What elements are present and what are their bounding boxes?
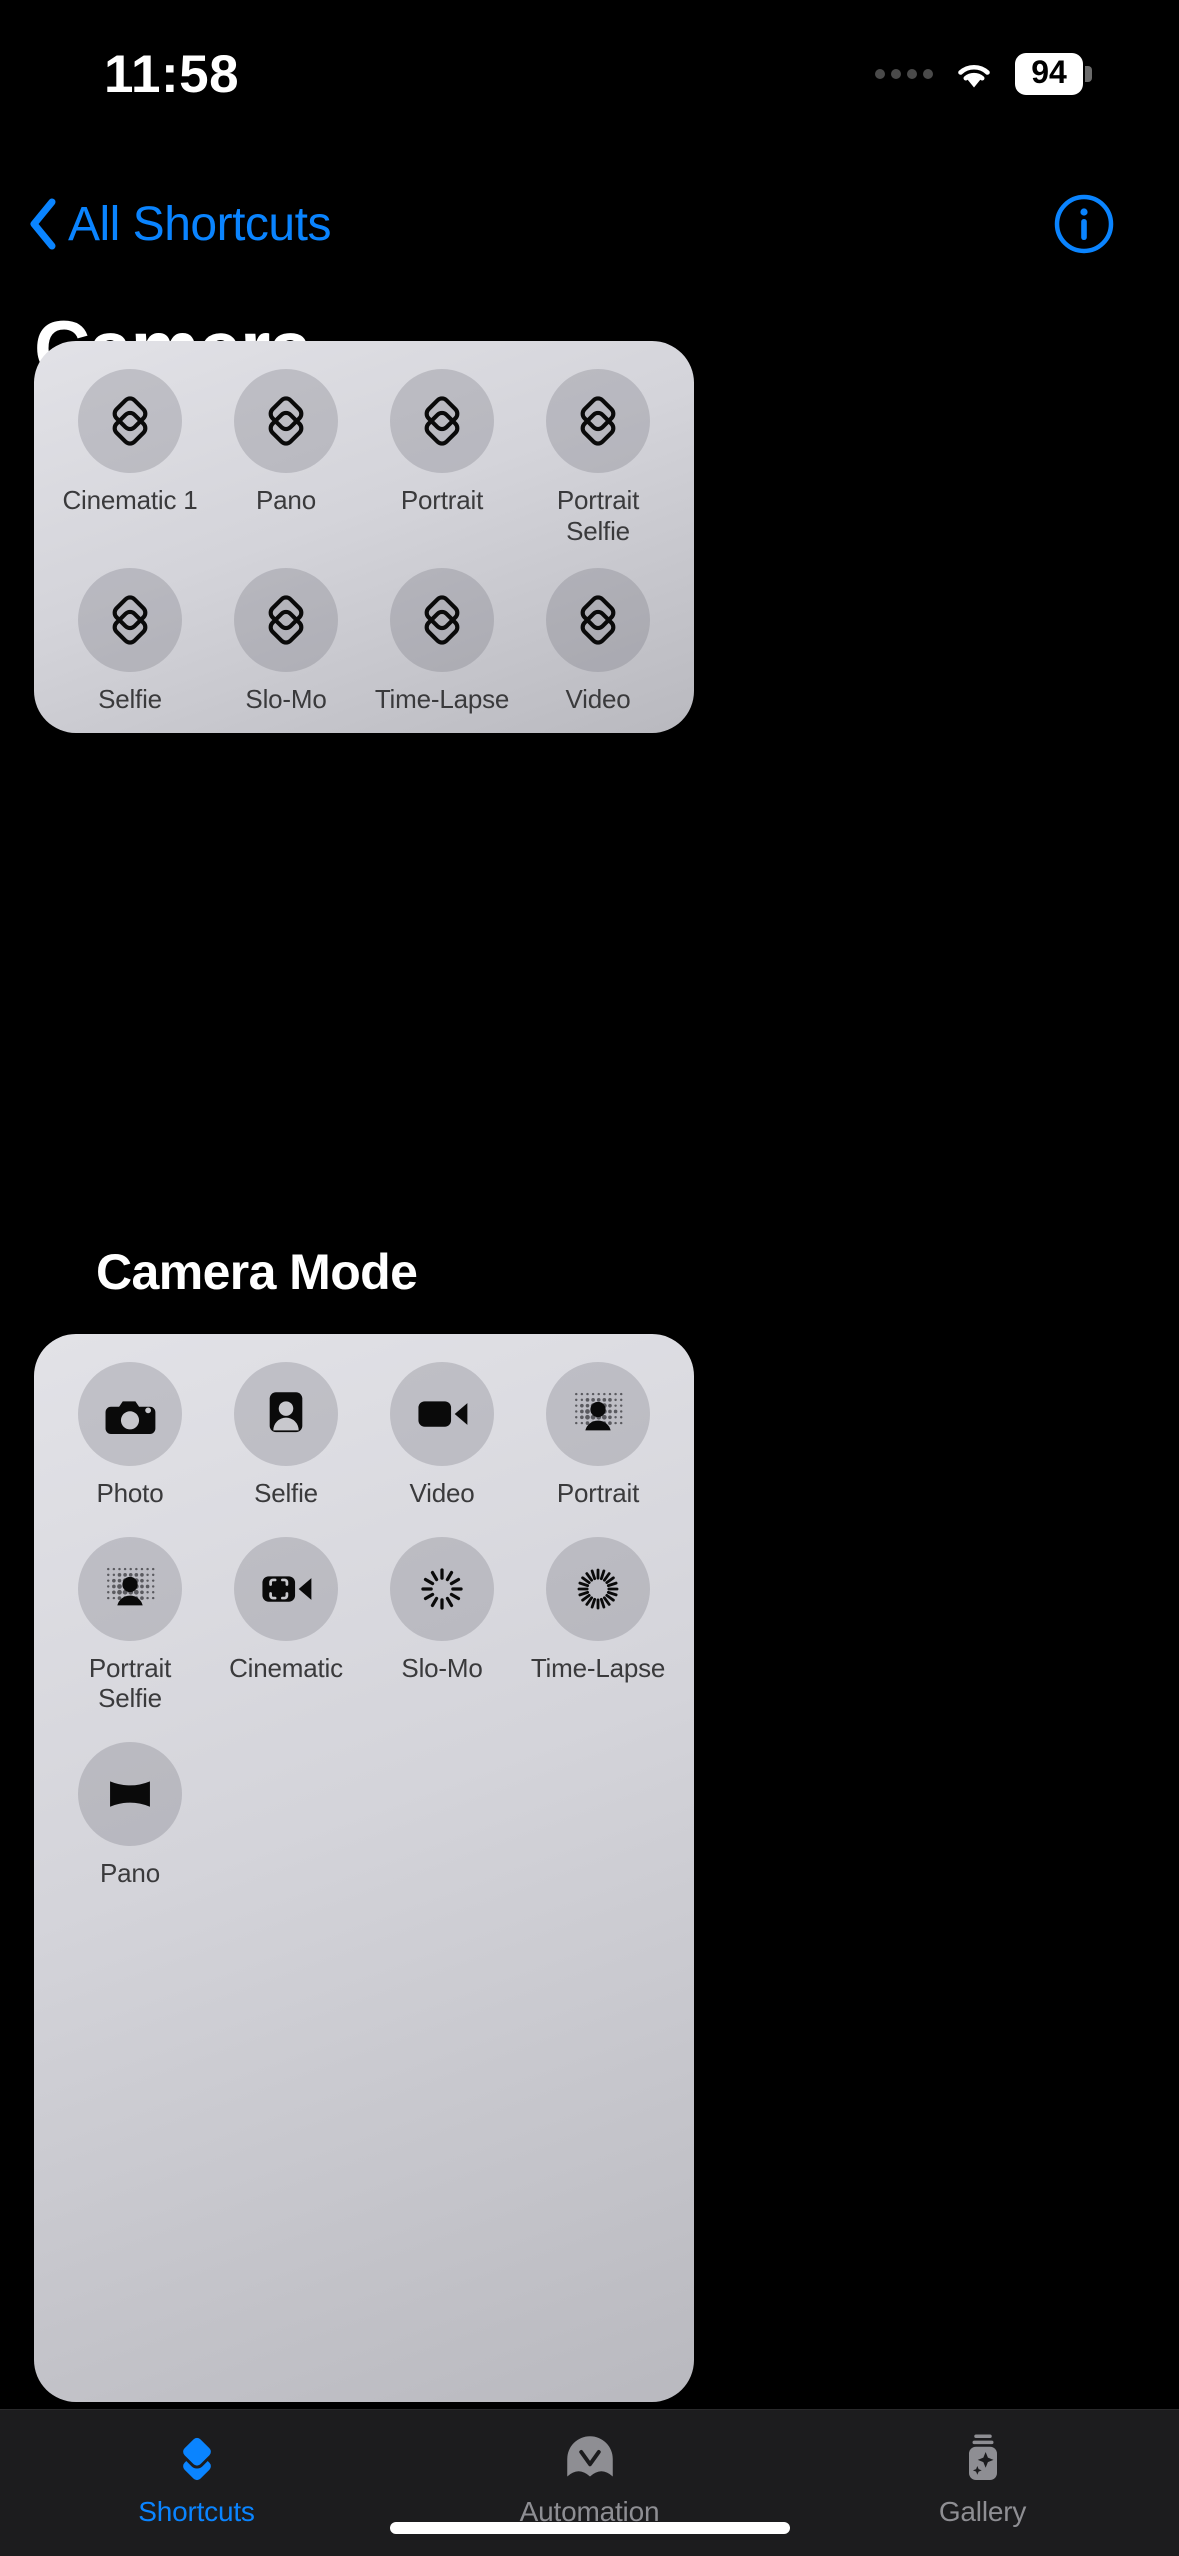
- shortcuts-layers-icon: [546, 568, 650, 672]
- shortcuts-layers-icon: [234, 568, 338, 672]
- home-indicator: [390, 2522, 790, 2534]
- shortcut-tile-label: Pano: [100, 1858, 160, 1889]
- tab-automation[interactable]: Automation: [393, 2428, 786, 2528]
- info-circle-icon: [1053, 193, 1115, 255]
- slomo-burst-icon: [390, 1537, 494, 1641]
- shortcuts-layers-icon: [390, 568, 494, 672]
- shortcut-tile[interactable]: Portrait Selfie: [520, 369, 676, 546]
- timelapse-burst-icon: [546, 1537, 650, 1641]
- shortcut-tile[interactable]: Cinematic: [208, 1537, 364, 1714]
- shortcut-tile[interactable]: Photo: [52, 1362, 208, 1509]
- shortcut-tile[interactable]: Slo-Mo: [364, 1537, 520, 1714]
- shortcut-tile-label: Portrait Selfie: [523, 485, 673, 546]
- camera-mode-grid: Photo Selfie Video Portrait Portrait Sel…: [34, 1334, 694, 1889]
- shortcut-tile-label: Selfie: [98, 684, 162, 715]
- shortcut-tile-label: Slo-Mo: [245, 684, 326, 715]
- tab-gallery[interactable]: Gallery: [786, 2428, 1179, 2528]
- shortcut-tile-label: Photo: [97, 1478, 164, 1509]
- wifi-icon: [951, 57, 997, 91]
- shortcut-tile-label: Portrait: [401, 485, 483, 516]
- shortcut-tile-label: Cinematic 1: [62, 485, 197, 516]
- shortcuts-layers-icon: [234, 369, 338, 473]
- section-header-camera-mode: Camera Mode: [96, 1243, 417, 1301]
- shortcut-tile[interactable]: Portrait Selfie: [52, 1537, 208, 1714]
- shortcut-tile-label: Selfie: [254, 1478, 318, 1509]
- shortcut-tile[interactable]: Time-Lapse: [520, 1537, 676, 1714]
- back-button[interactable]: All Shortcuts: [26, 197, 331, 252]
- cinematic-video-icon: [234, 1537, 338, 1641]
- shortcut-tile[interactable]: Time-Lapse: [364, 568, 520, 715]
- shortcut-tile-label: Portrait Selfie: [55, 1653, 205, 1714]
- shortcut-tile[interactable]: Portrait: [364, 369, 520, 546]
- shortcuts-layers-icon: [390, 369, 494, 473]
- back-button-label: All Shortcuts: [68, 197, 331, 252]
- cellular-dots-icon: [875, 69, 933, 79]
- battery-badge: 94: [1015, 53, 1083, 94]
- shortcut-tile[interactable]: Pano: [208, 369, 364, 546]
- shortcut-tile[interactable]: Pano: [52, 1742, 208, 1889]
- shortcut-tile-label: Video: [565, 684, 630, 715]
- person-square-icon: [234, 1362, 338, 1466]
- camera-mode-card: Photo Selfie Video Portrait Portrait Sel…: [34, 1334, 694, 2402]
- shortcut-tile-label: Slo-Mo: [401, 1653, 482, 1684]
- my-camera-shortcuts-grid: Cinematic 1 Pano Portrait Portrait Selfi…: [34, 341, 694, 715]
- camera-icon: [78, 1362, 182, 1466]
- shortcut-tile-label: Video: [409, 1478, 474, 1509]
- portrait-bokeh-icon: [546, 1362, 650, 1466]
- shortcut-tile-label: Cinematic: [229, 1653, 343, 1684]
- chevron-left-icon: [26, 197, 60, 251]
- shortcuts-layers-icon: [78, 568, 182, 672]
- shortcut-tile[interactable]: Portrait: [520, 1362, 676, 1509]
- shortcut-tile[interactable]: Cinematic 1: [52, 369, 208, 546]
- shortcuts-layers-icon: [546, 369, 650, 473]
- status-bar-time: 11:58: [104, 44, 239, 105]
- navigation-bar: All Shortcuts: [0, 176, 1179, 272]
- shortcuts-layers-icon: [168, 2428, 226, 2490]
- tab-shortcuts[interactable]: Shortcuts: [0, 2428, 393, 2528]
- automation-clock-icon: [562, 2428, 618, 2490]
- portrait-bokeh-icon: [78, 1537, 182, 1641]
- shortcut-tile-label: Time-Lapse: [375, 684, 509, 715]
- status-bar-indicators: 94: [875, 53, 1083, 94]
- shortcut-tile[interactable]: Slo-Mo: [208, 568, 364, 715]
- tab-label: Shortcuts: [138, 2496, 254, 2528]
- my-camera-shortcuts-card: Cinematic 1 Pano Portrait Portrait Selfi…: [34, 341, 694, 733]
- shortcuts-layers-icon: [78, 369, 182, 473]
- shortcut-tile[interactable]: Video: [364, 1362, 520, 1509]
- info-button[interactable]: [1053, 193, 1115, 255]
- tab-label: Gallery: [939, 2496, 1026, 2528]
- status-bar: 11:58 94: [0, 0, 1179, 130]
- shortcut-tile-label: Portrait: [557, 1478, 639, 1509]
- shortcut-tile[interactable]: Selfie: [208, 1362, 364, 1509]
- pano-icon: [78, 1742, 182, 1846]
- shortcut-tile-label: Pano: [256, 485, 316, 516]
- shortcut-tile[interactable]: Selfie: [52, 568, 208, 715]
- shortcut-tile[interactable]: Video: [520, 568, 676, 715]
- video-camera-icon: [390, 1362, 494, 1466]
- gallery-sparkle-icon: [955, 2428, 1011, 2490]
- shortcut-tile-label: Time-Lapse: [531, 1653, 665, 1684]
